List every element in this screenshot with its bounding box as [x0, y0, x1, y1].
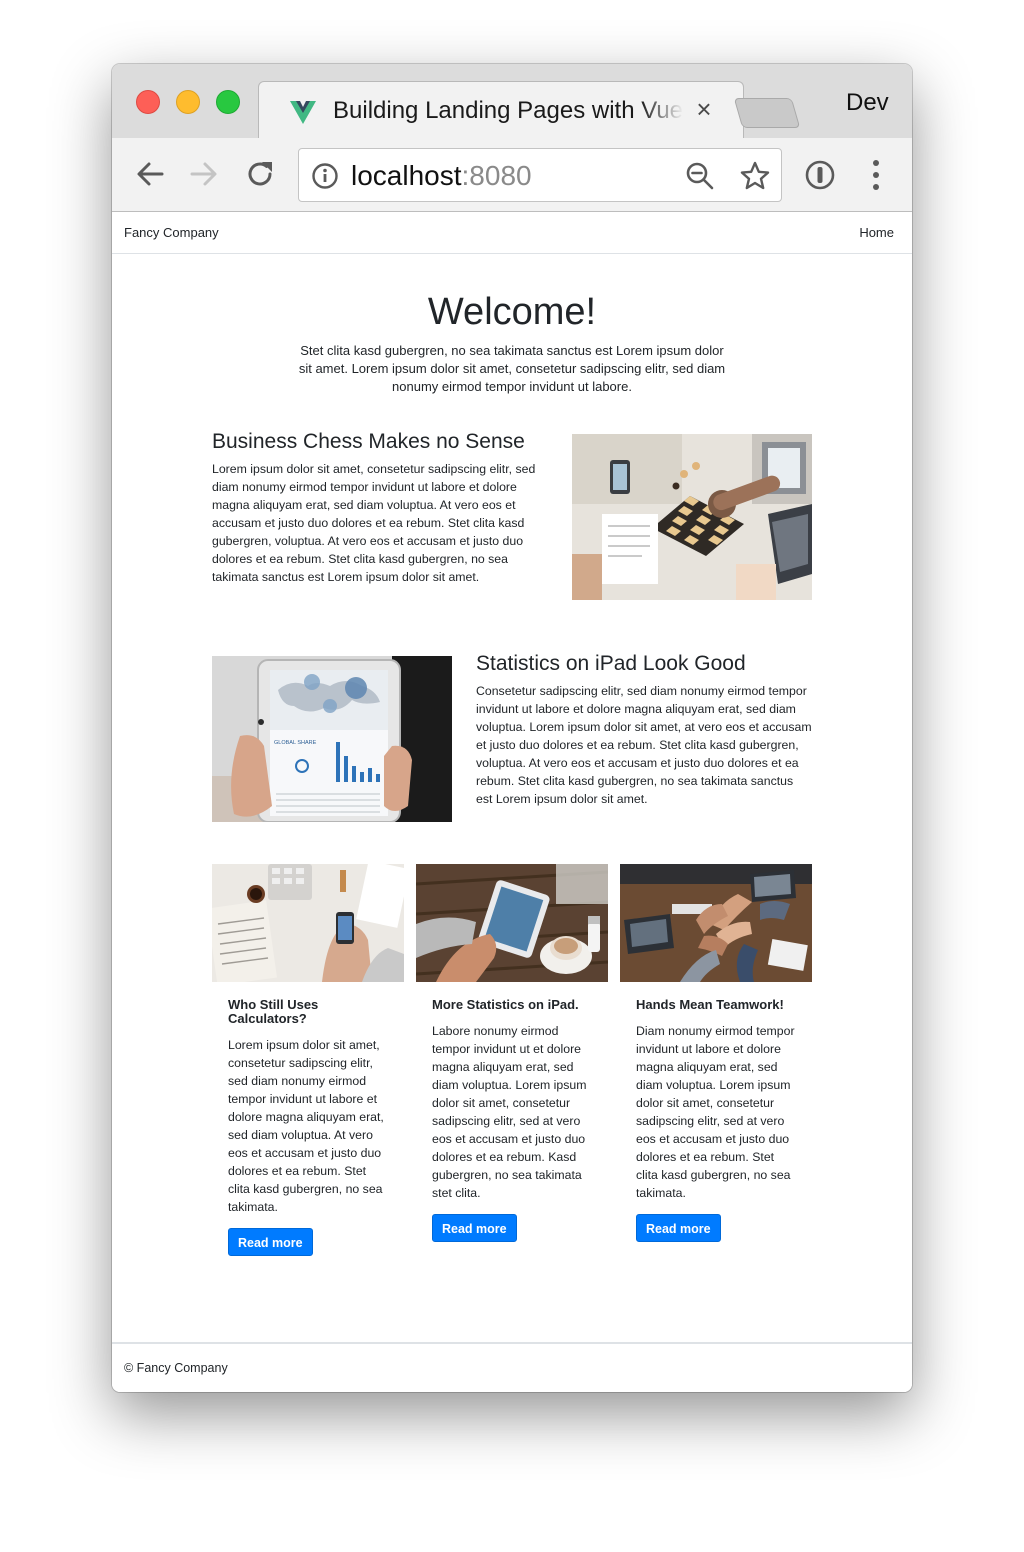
brand-link[interactable]: Fancy Company [124, 225, 219, 241]
browser-tab[interactable]: Building Landing Pages with Vue × [258, 81, 744, 139]
footer-copyright: © Fancy Company [124, 1361, 228, 1375]
zoom-out-icon[interactable] [685, 161, 715, 191]
browser-window: Building Landing Pages with Vue × Dev lo… [112, 64, 912, 1392]
back-arrow-icon[interactable] [132, 156, 168, 192]
card-text: Diam nonumy eirmod tempor invidunt ut la… [636, 1024, 795, 1200]
card-title: More Statistics on iPad. [432, 997, 579, 1012]
read-more-button[interactable]: Read more [432, 1214, 517, 1242]
bookmark-star-icon[interactable] [739, 160, 771, 192]
chess-photo [572, 434, 812, 600]
hero-title: Welcome! [427, 291, 597, 333]
card-text: Labore nonumy eirmod tempor invidunt ut … [432, 1024, 587, 1200]
feature-title-ipad: Statistics on iPad Look Good [476, 652, 746, 675]
more-menu-icon[interactable] [872, 159, 880, 191]
info-icon[interactable] [311, 162, 339, 190]
tablet-coffee-photo [416, 864, 608, 982]
maximize-window-button[interactable] [216, 90, 240, 114]
ipad-statistics-photo: GLOBAL SHARE [212, 656, 452, 822]
tab-strip: Building Landing Pages with Vue × Dev [112, 64, 912, 139]
card-calculators: Who Still Uses Calculators? Lorem ipsum … [212, 864, 404, 1256]
card-title: Who Still Uses Calculators? [228, 997, 319, 1026]
read-more-button[interactable]: Read more [228, 1228, 313, 1256]
hero-text: Stet clita kasd gubergren, no sea takima… [298, 343, 726, 394]
card-teamwork: Hands Mean Teamwork! Diam nonumy eirmod … [620, 864, 812, 1242]
site-navbar: Fancy Company Home [112, 212, 912, 254]
feature-text-chess: Lorem ipsum dolor sit amet, consetetur s… [212, 462, 536, 584]
site-footer: © Fancy Company [112, 1342, 912, 1392]
tab-title: Building Landing Pages with Vue [333, 97, 683, 124]
address-bar[interactable]: localhost:8080 [298, 148, 782, 202]
svg-text:GLOBAL SHARE: GLOBAL SHARE [274, 740, 317, 746]
nav-link-home[interactable]: Home [859, 225, 894, 241]
teamwork-photo [620, 864, 812, 982]
vue-logo-icon [289, 98, 317, 126]
reload-icon[interactable] [242, 156, 278, 192]
minimize-window-button[interactable] [176, 90, 200, 114]
url-port: :8080 [461, 160, 532, 191]
browser-toolbar: localhost:8080 [112, 138, 912, 212]
page-viewport: Fancy Company Home Welcome! Stet clita k… [112, 212, 912, 1392]
close-window-button[interactable] [136, 90, 160, 114]
profile-label[interactable]: Dev [846, 88, 889, 118]
feature-text-ipad: Consetetur sadipscing elitr, sed diam no… [476, 684, 812, 806]
feature-title-chess: Business Chess Makes no Sense [212, 430, 525, 453]
tab-close-icon[interactable]: × [689, 94, 719, 124]
card-text: Lorem ipsum dolor sit amet, consetetur s… [228, 1038, 384, 1214]
url-text[interactable]: localhost:8080 [351, 159, 532, 193]
card-title: Hands Mean Teamwork! [636, 997, 784, 1012]
calculator-photo [212, 864, 404, 982]
new-tab-button[interactable] [733, 98, 801, 128]
password-manager-icon[interactable] [804, 159, 836, 191]
url-host: localhost [351, 160, 462, 191]
card-more-statistics: More Statistics on iPad. Labore nonumy e… [416, 864, 608, 1242]
forward-arrow-icon[interactable] [186, 156, 222, 192]
read-more-button[interactable]: Read more [636, 1214, 721, 1242]
